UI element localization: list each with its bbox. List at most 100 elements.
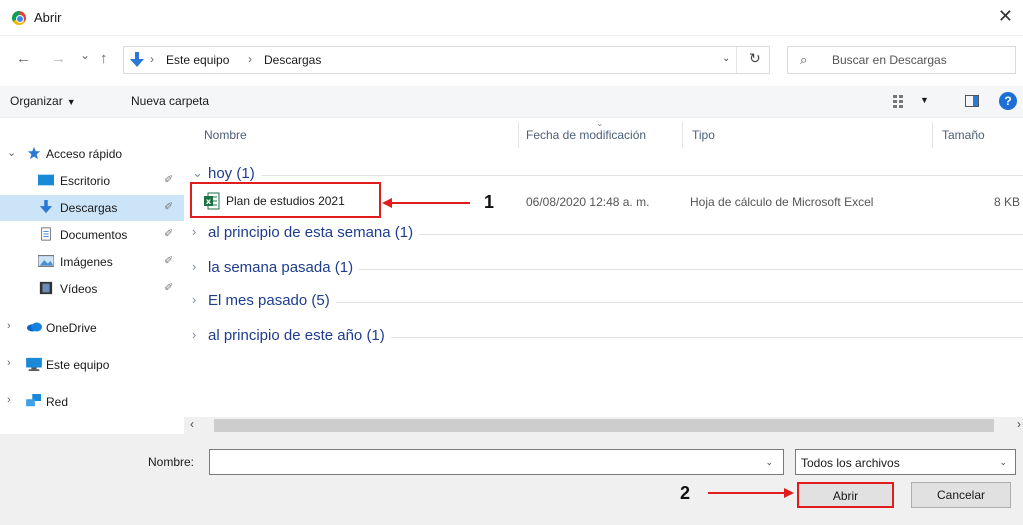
file-type: Hoja de cálculo de Microsoft Excel — [690, 195, 874, 209]
pictures-icon — [38, 255, 54, 267]
column-header-size[interactable]: Tamaño — [942, 128, 985, 142]
file-row[interactable]: x Plan de estudios 2021 06/08/2020 12:48… — [184, 182, 1023, 218]
file-name-label: Nombre: — [148, 455, 195, 469]
sidebar-item-imagenes[interactable]: Imágenes ✐ — [0, 249, 184, 275]
pin-icon[interactable]: ✐ — [164, 173, 173, 186]
chevron-down-icon: ⌄ — [999, 457, 1007, 467]
file-name-input[interactable]: ⌄ — [209, 449, 784, 475]
command-toolbar: Organizar ▼ Nueva carpeta ▼ ? — [0, 86, 1023, 118]
sidebar-item-red[interactable]: › Red — [0, 389, 184, 415]
chevron-right-icon[interactable]: › — [7, 357, 11, 369]
pin-icon[interactable]: ✐ — [164, 227, 173, 240]
new-folder-button[interactable]: Nueva carpeta — [131, 94, 209, 108]
caret-down-icon: ▼ — [66, 97, 76, 107]
pin-icon[interactable]: ✐ — [164, 200, 173, 213]
group-label: hoy (1) — [208, 165, 261, 182]
organize-button[interactable]: Organizar ▼ — [10, 94, 76, 108]
group-header-esta-semana[interactable]: › al principio de esta semana (1) — [192, 223, 1023, 245]
sidebar-item-label: Descargas — [60, 201, 118, 215]
download-icon — [130, 52, 144, 67]
breadcrumb-este-equipo[interactable]: Este equipo — [166, 53, 229, 67]
cancel-button[interactable]: Cancelar — [911, 482, 1011, 508]
sidebar-item-este-equipo[interactable]: › Este equipo — [0, 352, 184, 378]
up-arrow-icon[interactable]: ↑ — [100, 50, 108, 67]
chevron-right-icon[interactable]: › — [192, 224, 196, 239]
scroll-left-icon[interactable]: ‹ — [190, 417, 194, 431]
bottom-panel: Nombre: ⌄ Todos los archivos ⌄ 2 Abrir C… — [0, 434, 1023, 525]
chevron-right-icon[interactable]: › — [192, 292, 196, 307]
sidebar-item-label: Imágenes — [60, 255, 113, 269]
breadcrumb-separator: › — [150, 52, 154, 66]
documents-icon — [41, 227, 51, 241]
sidebar-item-acceso-rapido[interactable]: ⌄ Acceso rápido — [0, 141, 184, 167]
column-header-name[interactable]: Nombre — [204, 128, 247, 142]
pin-icon[interactable]: ✐ — [164, 281, 173, 294]
file-type-select[interactable]: Todos los archivos ⌄ — [795, 449, 1016, 475]
videos-icon — [39, 281, 53, 295]
address-bar[interactable]: › Este equipo › Descargas ⌄ ↻ — [123, 46, 770, 74]
search-placeholder: Buscar en Descargas — [832, 53, 947, 67]
sidebar-item-descargas[interactable]: Descargas ✐ — [0, 195, 184, 221]
sidebar-item-label: Vídeos — [60, 282, 98, 296]
scrollbar-thumb[interactable] — [214, 419, 994, 432]
refresh-icon[interactable]: ↻ — [749, 50, 761, 67]
file-list: ⌄ Nombre Fecha de modificación Tipo Tama… — [184, 118, 1023, 418]
column-header-date[interactable]: Fecha de modificación — [526, 128, 646, 142]
column-header-type[interactable]: Tipo — [692, 128, 715, 142]
download-icon — [39, 200, 53, 214]
file-date: 06/08/2020 12:48 a. m. — [526, 195, 650, 209]
group-header-semana-pasada[interactable]: › la semana pasada (1) — [192, 258, 1023, 280]
close-icon[interactable]: ✕ — [998, 6, 1013, 26]
group-label: El mes pasado (5) — [208, 292, 336, 309]
annotation-number-2: 2 — [680, 483, 691, 503]
search-icon: ⌕ — [800, 52, 808, 67]
sidebar-item-videos[interactable]: Vídeos ✐ — [0, 276, 184, 302]
group-label: al principio de esta semana (1) — [208, 224, 420, 241]
preview-pane-icon[interactable] — [965, 95, 979, 107]
group-divider — [208, 175, 1023, 176]
open-button[interactable]: Abrir — [797, 482, 894, 508]
chevron-down-icon[interactable]: ⌄ — [765, 457, 773, 468]
sidebar-item-label: Escritorio — [60, 174, 111, 188]
sidebar-item-label: Acceso rápido — [46, 147, 123, 161]
chevron-right-icon[interactable]: › — [7, 320, 11, 332]
view-options-icon[interactable] — [893, 94, 909, 108]
chevron-right-icon[interactable]: › — [192, 327, 196, 342]
file-size: 8 KB — [994, 195, 1021, 209]
svg-text:x: x — [206, 197, 212, 206]
excel-file-icon: x — [204, 192, 220, 210]
pin-icon[interactable]: ✐ — [164, 254, 173, 267]
help-icon[interactable]: ? — [999, 92, 1017, 110]
column-separator[interactable] — [682, 122, 683, 148]
search-input[interactable]: ⌕ Buscar en Descargas — [787, 46, 1016, 74]
back-arrow-icon[interactable]: ← — [16, 50, 31, 67]
chevron-right-icon[interactable]: › — [192, 259, 196, 274]
navigation-pane: ⌄ Acceso rápido Escritorio ✐ Descargas ✐… — [0, 118, 184, 436]
group-header-mes-pasado[interactable]: › El mes pasado (5) — [192, 291, 1023, 313]
sidebar-item-label: Este equipo — [46, 358, 110, 372]
sidebar-item-documentos[interactable]: Documentos ✐ — [0, 222, 184, 248]
divider — [736, 47, 737, 73]
chevron-right-icon[interactable]: › — [7, 394, 11, 406]
group-header-este-ano[interactable]: › al principio de este año (1) — [192, 326, 1023, 348]
chevron-down-icon[interactable]: ⌄ — [722, 53, 730, 64]
star-icon — [27, 146, 41, 160]
annotation-arrow-2 — [708, 488, 794, 498]
recent-locations-icon[interactable]: ⌄ — [80, 48, 90, 62]
sidebar-item-onedrive[interactable]: › OneDrive — [0, 315, 184, 341]
chevron-down-icon[interactable]: ⌄ — [192, 165, 203, 181]
column-separator[interactable] — [932, 122, 933, 148]
scroll-right-icon[interactable]: › — [1017, 417, 1021, 431]
sidebar-item-escritorio[interactable]: Escritorio ✐ — [0, 168, 184, 194]
breadcrumb-separator: › — [248, 52, 252, 66]
chevron-down-icon[interactable]: ⌄ — [7, 146, 16, 159]
network-icon — [26, 394, 41, 407]
horizontal-scrollbar[interactable]: ‹ › — [184, 417, 1023, 434]
group-label: al principio de este año (1) — [208, 327, 391, 344]
chrome-icon — [12, 11, 26, 25]
column-separator[interactable] — [518, 122, 519, 148]
caret-down-icon[interactable]: ▼ — [920, 95, 929, 105]
forward-arrow-icon[interactable]: → — [51, 50, 66, 67]
cloud-icon — [26, 322, 42, 332]
breadcrumb-descargas[interactable]: Descargas — [264, 53, 321, 67]
